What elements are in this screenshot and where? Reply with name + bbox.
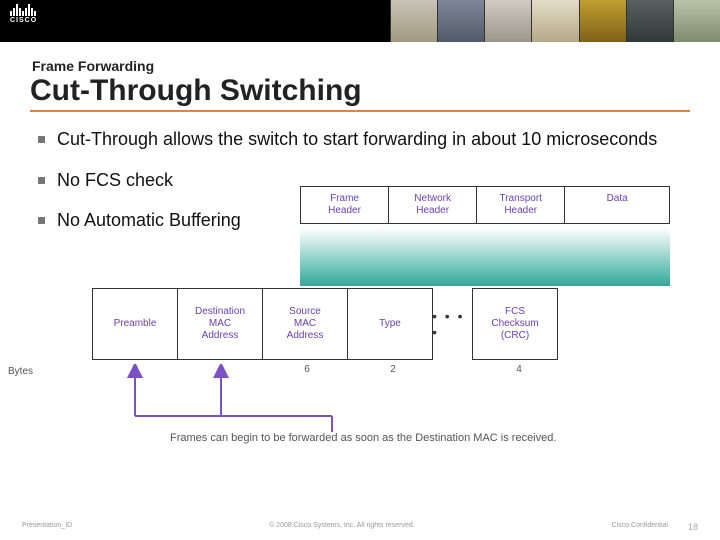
- layer-cell: NetworkHeader: [389, 187, 477, 223]
- photo-thumb: [579, 0, 626, 42]
- bullet-icon: [38, 177, 45, 184]
- logo-bars-icon: [10, 4, 37, 16]
- frame-field-src-mac: SourceMACAddress: [262, 288, 348, 360]
- photo-thumb: [484, 0, 531, 42]
- diagram-caption: Frames can begin to be forwarded as soon…: [170, 432, 556, 444]
- page-number: 18: [688, 522, 698, 532]
- bullet-icon: [38, 217, 45, 224]
- footer-center: © 2008 Cisco Systems, Inc. All rights re…: [72, 522, 611, 532]
- frame-field-fcs: FCSChecksum(CRC): [472, 288, 558, 360]
- photo-thumb: [531, 0, 578, 42]
- photo-thumb: [390, 0, 437, 42]
- gradient-band: [300, 228, 670, 286]
- layer-diagram: FrameHeader NetworkHeader TransportHeade…: [300, 186, 690, 286]
- layer-cell: Data: [565, 187, 669, 223]
- layer-cell: FrameHeader: [301, 187, 389, 223]
- layer-row: FrameHeader NetworkHeader TransportHeade…: [300, 186, 670, 224]
- byte-value: 4: [476, 364, 562, 375]
- bullet-text: No FCS check: [57, 169, 173, 192]
- bullet-icon: [38, 136, 45, 143]
- breadcrumb: Frame Forwarding: [32, 58, 154, 74]
- bullet-item: Cut-Through allows the switch to start f…: [38, 128, 678, 151]
- footer-right: Cisco Confidential: [612, 522, 668, 532]
- footer-left: Presentation_ID: [22, 522, 72, 532]
- frame-field-type: Type: [347, 288, 433, 360]
- photo-strip: [390, 0, 720, 42]
- frame-row: Preamble DestinationMACAddress SourceMAC…: [92, 288, 690, 360]
- slide: CISCO Frame Forwarding Cut-Through Switc…: [0, 0, 720, 540]
- frame-field-dest-mac: DestinationMACAddress: [177, 288, 263, 360]
- page-title: Cut-Through Switching: [30, 74, 690, 112]
- photo-thumb: [626, 0, 673, 42]
- layer-cell: TransportHeader: [477, 187, 565, 223]
- top-bar: CISCO: [0, 0, 720, 42]
- ellipsis-icon: • • • •: [432, 288, 472, 360]
- frame-diagram: Preamble DestinationMACAddress SourceMAC…: [92, 288, 690, 375]
- logo-text: CISCO: [10, 17, 37, 24]
- bullet-text: Cut-Through allows the switch to start f…: [57, 128, 657, 151]
- bullet-text: No Automatic Buffering: [57, 209, 241, 232]
- photo-thumb: [673, 0, 720, 42]
- byte-gap: [436, 364, 476, 375]
- photo-thumb: [437, 0, 484, 42]
- cisco-logo: CISCO: [10, 4, 37, 24]
- footer: Presentation_ID © 2008 Cisco Systems, In…: [22, 522, 698, 532]
- frame-field-preamble: Preamble: [92, 288, 178, 360]
